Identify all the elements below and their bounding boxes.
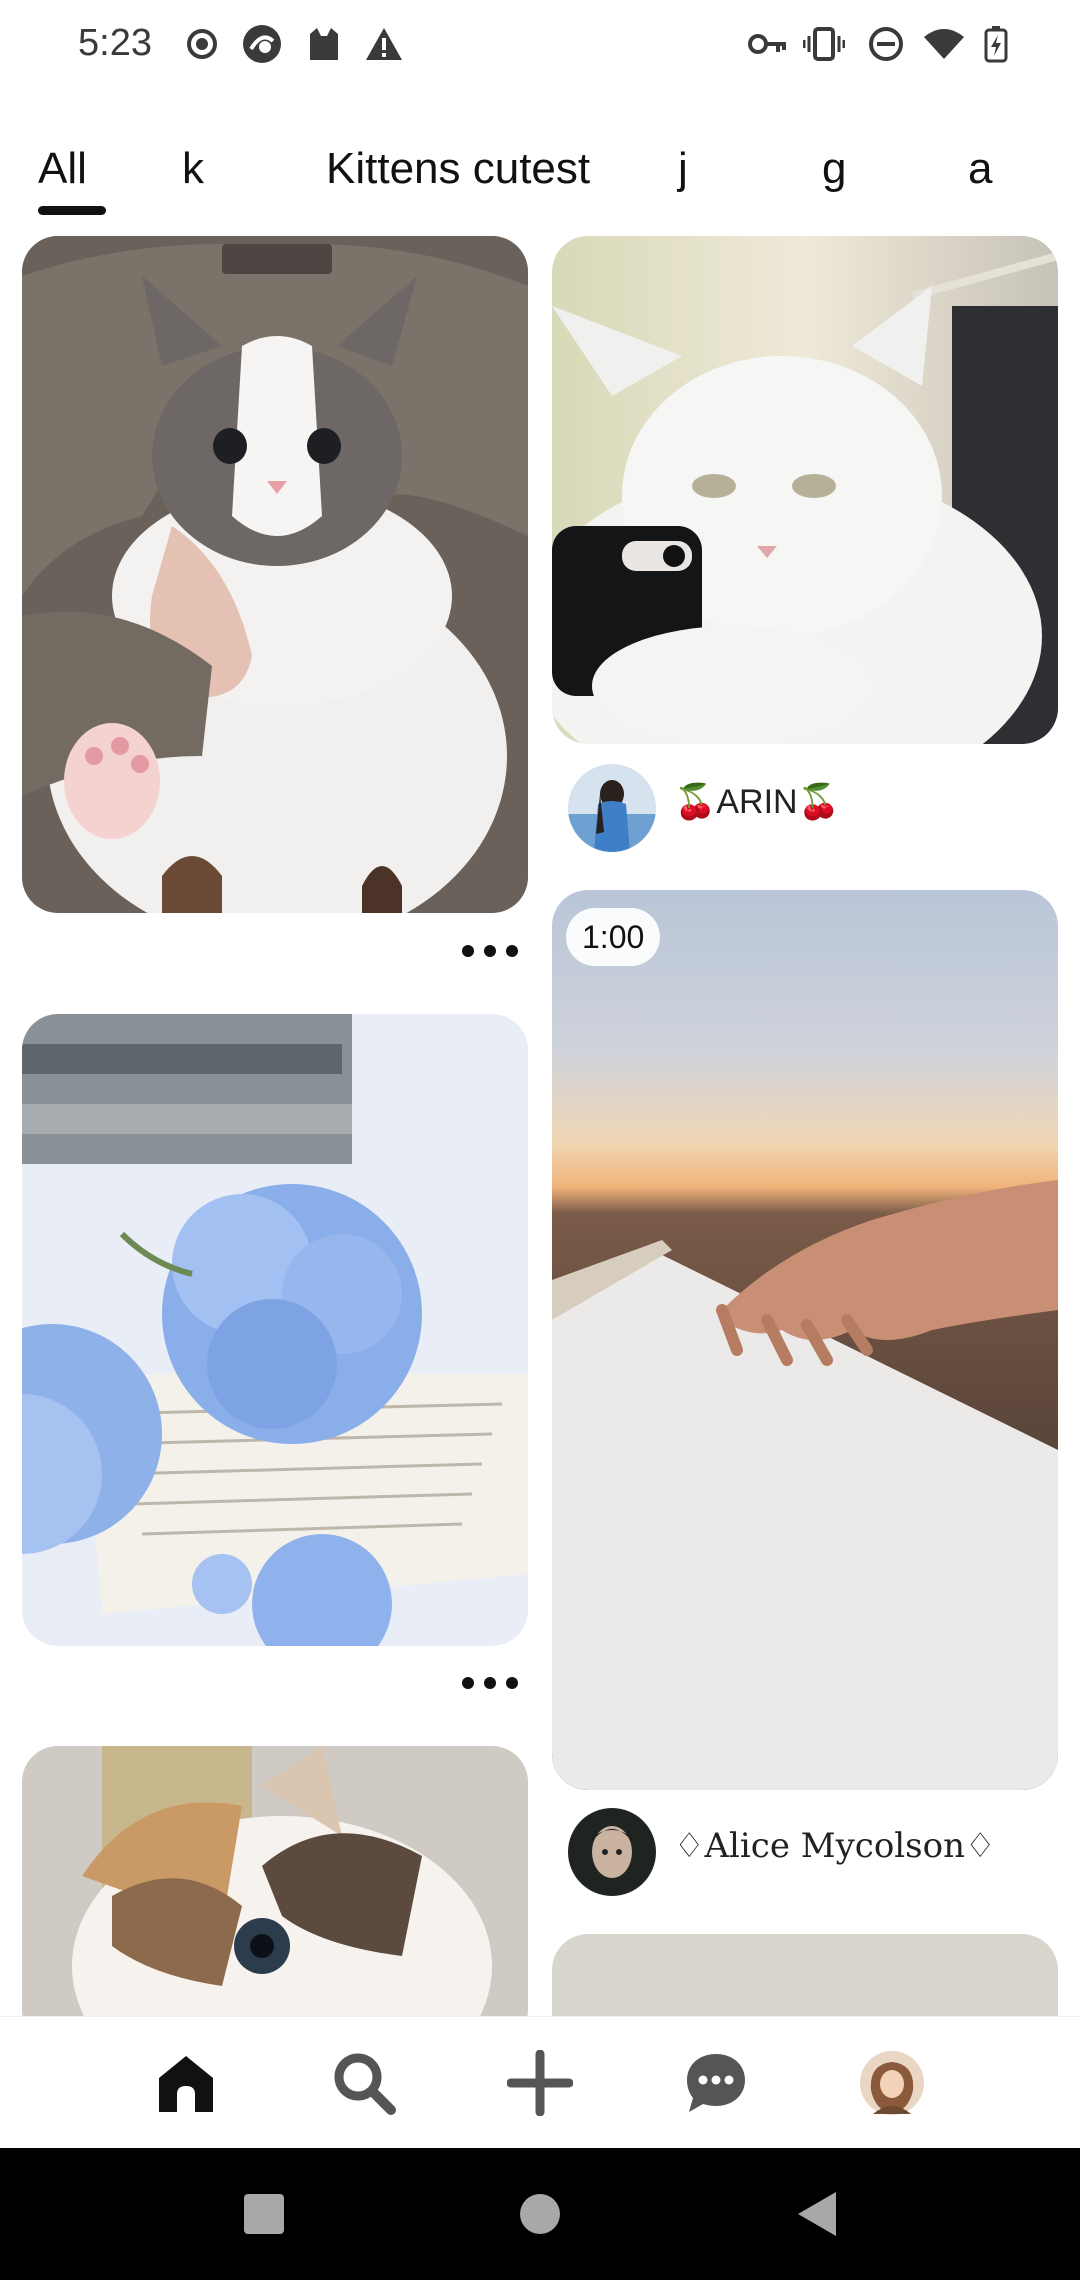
recents-icon — [244, 2194, 284, 2234]
status-bar: 5:23 — [0, 0, 1080, 88]
tab-kittens-cutest[interactable]: Kittens cutest — [326, 144, 590, 194]
system-navigation-bar — [0, 2148, 1080, 2280]
pin-blue-hydrangea[interactable] — [22, 1014, 528, 1646]
search-icon — [334, 2053, 396, 2115]
avatar[interactable] — [568, 764, 656, 852]
home-circle-icon — [520, 2194, 560, 2234]
tab-all[interactable]: All — [38, 144, 87, 194]
grey-white-kitten-photo — [22, 236, 528, 913]
pin-author-name[interactable]: 🍒ARIN🍒 — [674, 782, 840, 822]
calico-kitten-photo — [22, 1746, 528, 2016]
record-icon — [180, 22, 224, 66]
browser-icon — [240, 22, 284, 66]
avatar[interactable] — [568, 1808, 656, 1896]
video-duration-badge: 1:00 — [566, 908, 661, 966]
tab-a[interactable]: a — [968, 144, 992, 194]
pin-options-button[interactable] — [462, 936, 518, 966]
arin-avatar-image — [568, 764, 656, 852]
blue-hydrangea-on-book-photo — [22, 1014, 528, 1646]
pin-feed[interactable]: 🍒ARIN🍒 1:00 ♢Alice Mycolson♢ — [0, 236, 1080, 2016]
nav-create[interactable] — [502, 2045, 578, 2121]
piano-sunset-video — [552, 890, 1058, 1790]
pin-piano-video[interactable]: 1:00 — [552, 890, 1058, 1790]
wifi-icon — [922, 22, 966, 66]
pin-white-cat-selfie[interactable] — [552, 236, 1058, 744]
vibrate-icon — [802, 22, 846, 66]
nav-profile[interactable] — [854, 2045, 930, 2121]
vpn-key-icon — [746, 22, 790, 66]
pin-calico-kitten[interactable] — [22, 1746, 528, 2016]
alice-avatar-image — [568, 1808, 656, 1896]
pin-grey-white-kitten[interactable] — [22, 236, 528, 913]
tab-k[interactable]: k — [182, 144, 204, 194]
pin-options-button[interactable] — [462, 1668, 518, 1698]
bottom-navigation — [0, 2016, 1080, 2148]
white-cat-with-phone-photo — [552, 236, 1058, 744]
battery-charging-icon — [974, 22, 1018, 66]
plus-icon — [507, 2050, 573, 2116]
do-not-disturb-icon — [864, 22, 908, 66]
home-icon — [159, 2056, 213, 2112]
home-button[interactable] — [510, 2184, 570, 2244]
chat-icon — [687, 2054, 745, 2112]
board-tabs: All k Kittens cutest j g a — [0, 130, 1080, 220]
nav-home[interactable] — [148, 2045, 224, 2121]
profile-avatar — [860, 2051, 924, 2115]
tab-selected-indicator — [38, 206, 106, 215]
nav-messages[interactable] — [678, 2045, 754, 2121]
tab-j[interactable]: j — [678, 144, 688, 194]
status-time: 5:23 — [78, 22, 152, 64]
warning-icon — [362, 22, 406, 66]
pin-beige[interactable] — [552, 1934, 1058, 2016]
back-button[interactable] — [786, 2184, 846, 2244]
tab-g[interactable]: g — [822, 144, 846, 194]
recents-button[interactable] — [234, 2184, 294, 2244]
cat-app-icon — [302, 22, 346, 66]
nav-search[interactable] — [326, 2045, 402, 2121]
back-icon — [798, 2192, 836, 2236]
pin-author-name[interactable]: ♢Alice Mycolson♢ — [674, 1826, 995, 1866]
